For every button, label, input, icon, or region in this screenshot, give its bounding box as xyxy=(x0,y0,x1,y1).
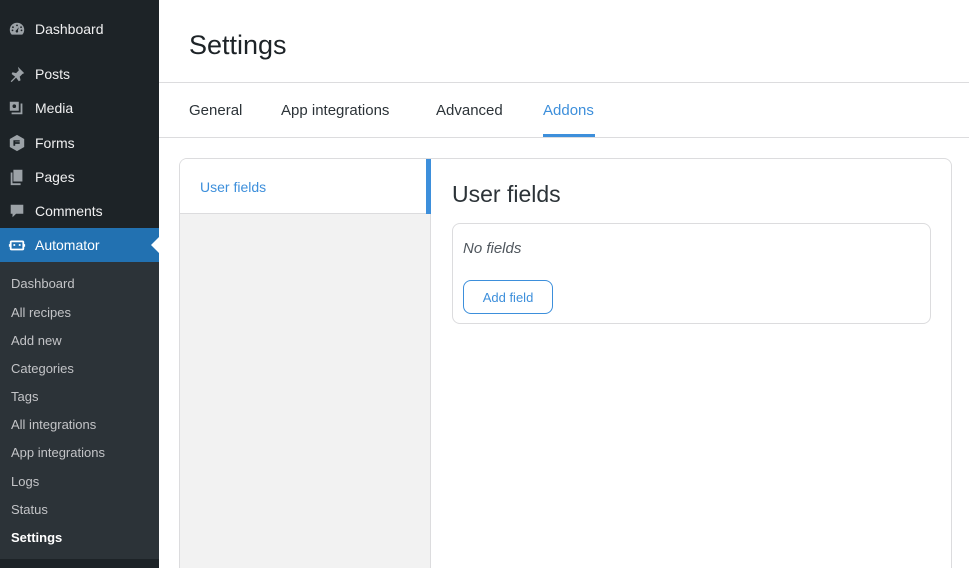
side-nav-item-label: User fields xyxy=(200,179,267,195)
menu-label: Posts xyxy=(35,66,71,82)
submenu-item-logs[interactable]: Logs xyxy=(11,474,39,489)
menu-label: Comments xyxy=(35,203,103,219)
dashboard-icon xyxy=(7,19,27,39)
submenu-item-status[interactable]: Status xyxy=(11,502,48,517)
submenu-item-dashboard[interactable]: Dashboard xyxy=(11,276,75,291)
active-tab-underline xyxy=(543,134,595,137)
submenu-item-add-new[interactable]: Add new xyxy=(11,333,62,348)
submenu-item-all-integrations[interactable]: All integrations xyxy=(11,417,96,432)
add-field-button[interactable]: Add field xyxy=(463,280,553,314)
menu-item-forms[interactable]: Forms xyxy=(0,126,159,160)
settings-tabs: General App integrations Advanced Addons xyxy=(159,83,969,138)
automator-submenu: Dashboard All recipes Add new Categories… xyxy=(0,262,159,559)
menu-item-posts[interactable]: Posts xyxy=(0,57,159,91)
tab-addons[interactable]: Addons xyxy=(543,102,594,119)
submenu-item-tags[interactable]: Tags xyxy=(11,389,38,404)
tab-general[interactable]: General xyxy=(189,102,242,119)
menu-item-automator[interactable]: Automator xyxy=(0,228,159,262)
page-header: Settings xyxy=(159,0,969,83)
side-nav-item-user-fields[interactable]: User fields xyxy=(180,159,431,214)
comment-icon xyxy=(7,201,27,221)
menu-label: Automator xyxy=(35,237,100,253)
submenu-item-categories[interactable]: Categories xyxy=(11,361,74,376)
menu-item-media[interactable]: Media xyxy=(0,91,159,125)
menu-item-pages[interactable]: Pages xyxy=(0,160,159,194)
forms-icon xyxy=(7,133,27,153)
menu-label: Media xyxy=(35,100,74,116)
menu-item-dashboard[interactable]: Dashboard xyxy=(0,12,159,46)
admin-sidebar: Dashboard Posts Media Forms Pages Commen… xyxy=(0,0,159,568)
active-indicator-arrow xyxy=(151,237,159,253)
side-nav-active-indicator xyxy=(426,159,431,214)
tab-app-integrations[interactable]: App integrations xyxy=(281,102,389,119)
section-title: User fields xyxy=(452,181,561,207)
submenu-item-settings[interactable]: Settings xyxy=(11,530,62,545)
menu-label: Dashboard xyxy=(35,21,104,37)
tab-advanced[interactable]: Advanced xyxy=(436,102,503,119)
submenu-item-all-recipes[interactable]: All recipes xyxy=(11,305,71,320)
page-title: Settings xyxy=(189,30,287,60)
pages-icon xyxy=(7,167,27,187)
media-icon xyxy=(7,98,27,118)
addons-side-nav: User fields xyxy=(180,159,431,568)
menu-label: Forms xyxy=(35,135,75,151)
menu-item-comments[interactable]: Comments xyxy=(0,194,159,228)
addons-content-panel: User fields User fields No fields Add fi… xyxy=(179,158,952,568)
pin-icon xyxy=(7,64,27,84)
user-fields-card: No fields Add field xyxy=(452,223,931,324)
submenu-item-app-integrations[interactable]: App integrations xyxy=(11,445,105,460)
empty-state-text: No fields xyxy=(463,240,522,257)
menu-label: Pages xyxy=(35,169,75,185)
robot-icon xyxy=(7,235,27,255)
